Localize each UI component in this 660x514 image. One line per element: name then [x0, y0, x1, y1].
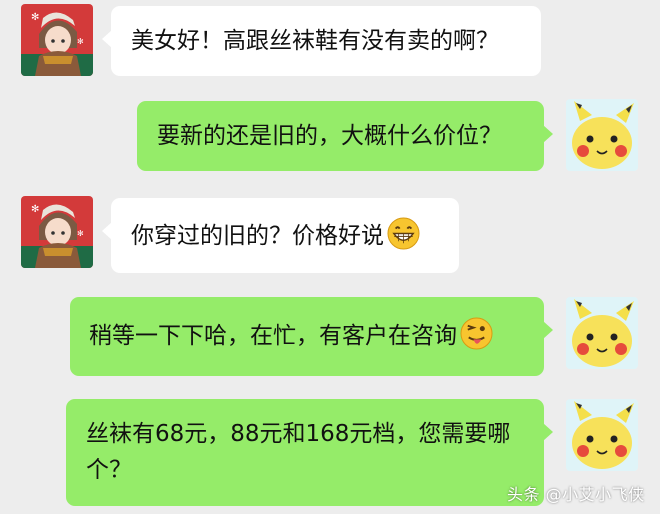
grinning-face-emoji-icon	[387, 217, 420, 250]
contact-avatar[interactable]: ✻ ✻	[21, 4, 93, 76]
watermark-text: 头条 @小艾小飞侠	[507, 485, 645, 504]
message-text: 稍等一下下哈，在忙，有客户在咨询	[89, 323, 457, 349]
my-avatar[interactable]	[566, 399, 638, 471]
outgoing-message-bubble[interactable]: 要新的还是旧的，大概什么价位？	[137, 101, 553, 171]
message-text: 要新的还是旧的，大概什么价位？	[157, 123, 502, 149]
message-text-line-2: 个？	[86, 457, 132, 483]
svg-text:✻: ✻	[77, 37, 84, 46]
incoming-message-bubble[interactable]: 你穿过的旧的？价格好说	[102, 198, 459, 273]
svg-text:✻: ✻	[31, 204, 39, 215]
my-avatar[interactable]	[566, 297, 638, 369]
svg-text:✻: ✻	[31, 12, 39, 23]
outgoing-message-bubble[interactable]: 稍等一下下哈，在忙，有客户在咨询	[70, 297, 553, 376]
svg-text:✻: ✻	[77, 229, 84, 238]
my-avatar[interactable]	[566, 99, 638, 171]
message-text-line-1: 丝袜有68元，88元和168元档，您需要哪	[86, 421, 511, 447]
message-text: 美女好！高跟丝袜鞋有没有卖的啊？	[131, 28, 499, 54]
message-text: 你穿过的旧的？价格好说	[131, 223, 384, 249]
incoming-message-bubble[interactable]: 美女好！高跟丝袜鞋有没有卖的啊？	[102, 6, 541, 76]
winking-tongue-emoji-icon	[460, 317, 493, 350]
outgoing-message-bubble[interactable]: 丝袜有68元，88元和168元档，您需要哪 个？	[66, 399, 553, 506]
contact-avatar[interactable]: ✻ ✻	[21, 196, 93, 268]
